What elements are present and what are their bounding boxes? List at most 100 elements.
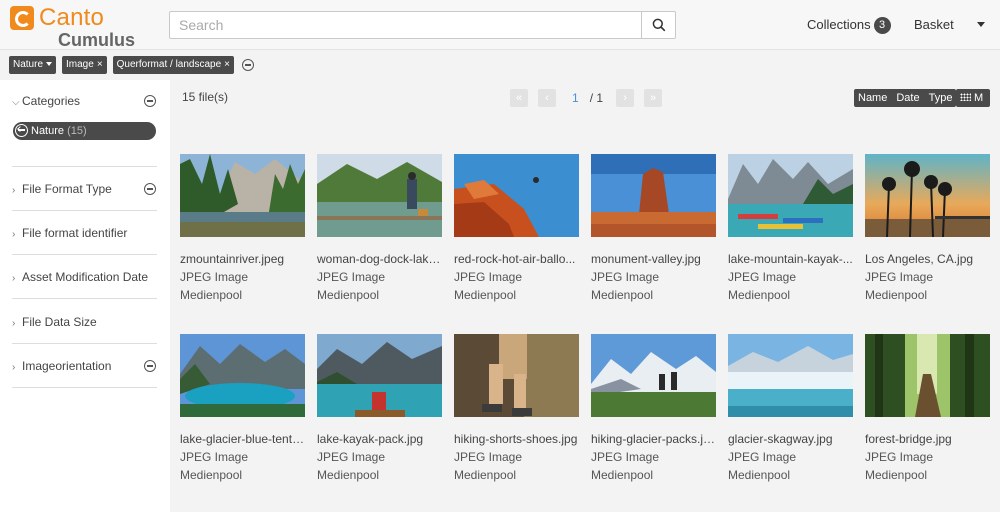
pagination: « ‹ 1 / 1 › » bbox=[510, 89, 663, 107]
divider bbox=[12, 343, 157, 344]
grid-view-icon bbox=[960, 93, 971, 101]
current-page[interactable]: 1 bbox=[572, 91, 579, 105]
close-icon[interactable]: × bbox=[97, 59, 103, 70]
asset-name[interactable]: hiking-glacier-packs.jpg bbox=[591, 432, 716, 446]
collections-menu[interactable]: Collections 3 bbox=[807, 17, 891, 34]
filter-chip-image[interactable]: Image × bbox=[62, 56, 107, 74]
asset-thumbnail[interactable] bbox=[180, 334, 305, 417]
asset-type: JPEG Image bbox=[865, 450, 934, 464]
asset-tile[interactable]: lake-glacier-blue-tent.j... JPEG Image M… bbox=[180, 334, 306, 482]
facet-imageorientation[interactable]: › Imageorientation bbox=[12, 359, 157, 373]
first-page-button[interactable]: « bbox=[510, 89, 528, 107]
sort-name-button[interactable]: Name bbox=[858, 89, 887, 107]
asset-pool: Medienpool bbox=[317, 288, 380, 302]
asset-type: JPEG Image bbox=[728, 270, 797, 284]
chevron-right-icon: › bbox=[12, 318, 16, 329]
categories-header[interactable]: ⌵ Categories bbox=[12, 94, 157, 108]
last-page-button[interactable]: » bbox=[644, 89, 663, 107]
asset-tile[interactable]: red-rock-hot-air-ballo... JPEG Image Med… bbox=[454, 154, 580, 302]
asset-type: JPEG Image bbox=[180, 450, 249, 464]
divider bbox=[12, 210, 157, 211]
sort-type-button[interactable]: Type bbox=[929, 89, 953, 107]
chevron-right-icon: › bbox=[12, 185, 16, 196]
facet-file-data-size[interactable]: › File Data Size bbox=[12, 315, 157, 329]
asset-type: JPEG Image bbox=[865, 270, 934, 284]
user-menu-caret-icon[interactable] bbox=[977, 22, 985, 27]
basket-menu[interactable]: Basket bbox=[914, 17, 954, 32]
filter-chip-landscape[interactable]: Querformat / landscape × bbox=[112, 56, 234, 74]
asset-name[interactable]: lake-glacier-blue-tent.j... bbox=[180, 432, 305, 446]
asset-tile[interactable]: forest-bridge.jpg JPEG Image Medienpool bbox=[865, 334, 991, 482]
facet-remove-minus-icon[interactable] bbox=[144, 183, 156, 195]
facet-label: File format identifier bbox=[22, 226, 128, 240]
asset-thumbnail[interactable] bbox=[865, 154, 990, 237]
asset-type: JPEG Image bbox=[180, 270, 249, 284]
chevron-down-icon bbox=[46, 62, 53, 66]
facet-sidebar: ⌵ Categories Nature (15) › File Format Typ… bbox=[0, 80, 170, 512]
search-button[interactable] bbox=[641, 12, 675, 38]
filter-chip-nature[interactable]: Nature bbox=[9, 56, 57, 74]
close-icon[interactable]: × bbox=[224, 59, 230, 70]
asset-thumbnail[interactable] bbox=[180, 154, 305, 237]
asset-name[interactable]: lake-kayak-pack.jpg bbox=[317, 432, 442, 446]
asset-tile[interactable]: hiking-glacier-packs.jpg JPEG Image Medi… bbox=[591, 334, 717, 482]
categories-remove-minus-icon[interactable] bbox=[144, 95, 156, 107]
chevron-down-icon: ⌵ bbox=[12, 97, 20, 108]
canto-logo[interactable]: Canto Cumulus bbox=[10, 4, 135, 50]
asset-type: JPEG Image bbox=[591, 270, 660, 284]
asset-thumbnail[interactable] bbox=[317, 154, 442, 237]
asset-thumbnail[interactable] bbox=[591, 334, 716, 417]
asset-name[interactable]: Los Angeles, CA.jpg bbox=[865, 252, 990, 266]
asset-thumbnail[interactable] bbox=[728, 334, 853, 417]
asset-pool: Medienpool bbox=[728, 468, 791, 482]
asset-name[interactable]: zmountainriver.jpeg bbox=[180, 252, 305, 266]
view-size-label: M bbox=[974, 92, 984, 104]
asset-thumbnail[interactable] bbox=[317, 334, 442, 417]
asset-browser: 15 file(s) « ‹ 1 / 1 › » Name Date Type … bbox=[170, 80, 1000, 512]
asset-tile[interactable]: woman-dog-dock-lake... JPEG Image Medien… bbox=[317, 154, 443, 302]
asset-tile[interactable]: glacier-skagway.jpg JPEG Image Medienpoo… bbox=[728, 334, 854, 482]
asset-thumbnail[interactable] bbox=[865, 334, 990, 417]
asset-name[interactable]: glacier-skagway.jpg bbox=[728, 432, 853, 446]
asset-name[interactable]: red-rock-hot-air-ballo... bbox=[454, 252, 579, 266]
search-input[interactable] bbox=[170, 12, 642, 38]
file-count: 15 file(s) bbox=[182, 90, 229, 104]
view-size-button[interactable]: M bbox=[956, 89, 990, 107]
asset-pool: Medienpool bbox=[317, 468, 380, 482]
prev-page-button[interactable]: ‹ bbox=[538, 89, 556, 107]
asset-tile[interactable]: zmountainriver.jpeg JPEG Image Medienpoo… bbox=[180, 154, 306, 302]
asset-thumbnail[interactable] bbox=[591, 154, 716, 237]
facet-remove-minus-icon[interactable] bbox=[144, 360, 156, 372]
asset-type: JPEG Image bbox=[317, 450, 386, 464]
arrow-left-circle-icon[interactable] bbox=[15, 124, 28, 137]
facet-label: Asset Modification Date bbox=[22, 270, 149, 284]
chevron-right-icon: › bbox=[12, 229, 16, 240]
asset-pool: Medienpool bbox=[454, 288, 517, 302]
divider bbox=[12, 166, 157, 167]
asset-tile[interactable]: lake-kayak-pack.jpg JPEG Image Medienpoo… bbox=[317, 334, 443, 482]
facet-asset-modification-date[interactable]: › Asset Modification Date bbox=[12, 270, 157, 284]
page-total: / 1 bbox=[589, 91, 604, 105]
asset-name[interactable]: hiking-shorts-shoes.jpg bbox=[454, 432, 579, 446]
sort-date-button[interactable]: Date bbox=[896, 89, 919, 107]
asset-tile[interactable]: lake-mountain-kayak-... JPEG Image Medie… bbox=[728, 154, 854, 302]
app-header: Canto Cumulus Collections3 Basket bbox=[0, 0, 1000, 50]
asset-thumbnail[interactable] bbox=[728, 154, 853, 237]
asset-name[interactable]: woman-dog-dock-lake... bbox=[317, 252, 442, 266]
facet-file-format-identifier[interactable]: › File format identifier bbox=[12, 226, 157, 240]
asset-tile[interactable]: monument-valley.jpg JPEG Image Medienpoo… bbox=[591, 154, 717, 302]
clear-filters-minus-icon[interactable] bbox=[242, 59, 254, 71]
asset-tile[interactable]: hiking-shorts-shoes.jpg JPEG Image Medie… bbox=[454, 334, 580, 482]
collections-label: Collections bbox=[807, 17, 871, 32]
asset-thumbnail[interactable] bbox=[454, 154, 579, 237]
asset-name[interactable]: forest-bridge.jpg bbox=[865, 432, 990, 446]
next-page-button[interactable]: › bbox=[616, 89, 635, 107]
search-icon bbox=[652, 18, 665, 32]
asset-name[interactable]: monument-valley.jpg bbox=[591, 252, 716, 266]
category-pill-nature[interactable]: Nature (15) bbox=[13, 122, 156, 140]
facet-file-format-type[interactable]: › File Format Type bbox=[12, 182, 157, 196]
asset-thumbnail[interactable] bbox=[454, 334, 579, 417]
asset-pool: Medienpool bbox=[180, 468, 243, 482]
asset-name[interactable]: lake-mountain-kayak-... bbox=[728, 252, 853, 266]
asset-tile[interactable]: Los Angeles, CA.jpg JPEG Image Medienpoo… bbox=[865, 154, 991, 302]
